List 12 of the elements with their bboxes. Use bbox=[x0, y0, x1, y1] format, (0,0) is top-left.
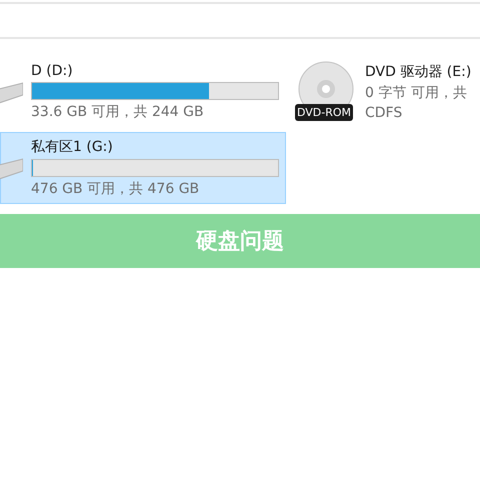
drive-name: 私有区1 (G:) bbox=[31, 138, 114, 156]
banner-title: 硬盘问题 bbox=[196, 228, 284, 256]
drive-tile[interactable]: D (D:) 33.6 GB 可用，共 244 GB bbox=[0, 56, 286, 128]
drive-tile[interactable]: DVD-ROM DVD 驱动器 (E:) 0 字节 可用，共 CDFS bbox=[294, 56, 480, 128]
file-system: CDFS bbox=[365, 105, 404, 121]
drive-space: 476 GB 可用，共 476 GB bbox=[31, 180, 200, 198]
drive-name: DVD 驱动器 (E:) bbox=[365, 63, 472, 81]
drive-tile[interactable]: 私有区1 (G:) 476 GB 可用，共 476 GB bbox=[0, 132, 286, 204]
drive-badge: DVD-ROM bbox=[295, 104, 354, 121]
drive-space: 0 字节 可用，共 bbox=[365, 84, 468, 102]
drive-name: D (D:) bbox=[31, 63, 74, 79]
drive-space: 33.6 GB 可用，共 244 GB bbox=[31, 103, 205, 121]
